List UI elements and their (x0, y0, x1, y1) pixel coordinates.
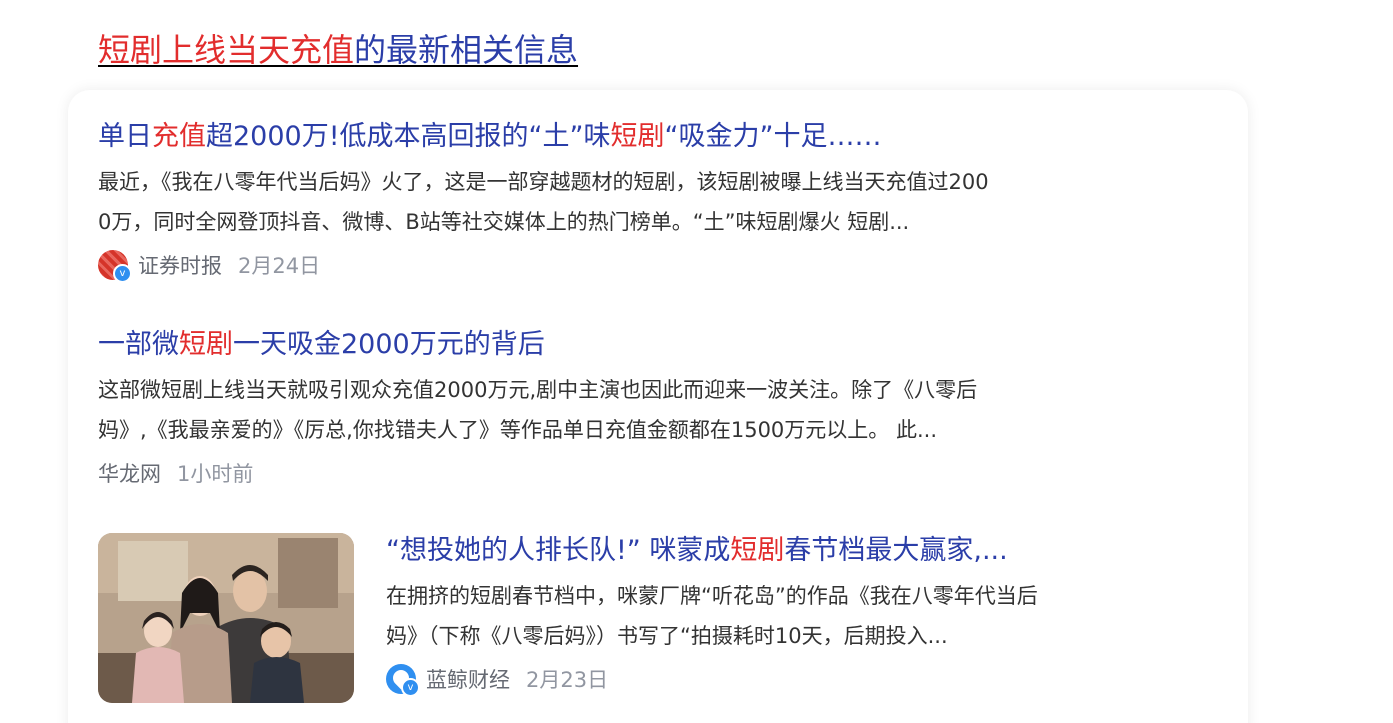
zqsb-logo-icon: v (98, 250, 132, 283)
news-meta: 华龙网 1小时前 (98, 456, 1208, 490)
snippet-line: 这部微短剧上线当天就吸引观众充值2000万元,剧中主演也因此而迎来一波关注。除了… (98, 378, 978, 402)
title-keyword: 短剧 (179, 329, 233, 360)
family-photo-thumbnail[interactable] (98, 533, 354, 703)
publish-date: 1小时前 (177, 462, 254, 486)
news-item: 一部微短剧一天吸金2000万元的背后 这部微短剧上线当天就吸引观众充值2000万… (98, 326, 1208, 490)
news-title-link[interactable]: 一部微短剧一天吸金2000万元的背后 (98, 326, 1208, 364)
title-text: 一天吸金2000万元的背后 (233, 329, 545, 360)
snippet-line: 最近，《我在八零年代当后妈》火了，这是一部穿越题材的短剧，该短剧被曝上线当天充值… (98, 170, 989, 194)
title-text: 单日 (98, 121, 152, 152)
ljcj-logo-icon: v (386, 664, 420, 697)
news-meta: v 证券时报 2月24日 (98, 248, 1208, 283)
source-name[interactable]: 证券时报 (138, 250, 222, 280)
news-item: “想投她的人排长队!” 咪蒙成短剧春节档最大赢家,... 在拥挤的短剧春节档中，… (386, 532, 1206, 697)
news-title-link[interactable]: “想投她的人排长队!” 咪蒙成短剧春节档最大赢家,... (386, 532, 1206, 570)
verified-badge-icon: v (113, 264, 132, 283)
search-results-page: 短剧上线当天充值的最新相关信息 单日充值超2000万!低成本高回报的“土”味短剧… (0, 0, 1393, 723)
publish-date: 2月23日 (526, 668, 609, 692)
news-card: 单日充值超2000万!低成本高回报的“土”味短剧“吸金力”十足…… 最近，《我在… (68, 90, 1248, 723)
news-snippet: 这部微短剧上线当天就吸引观众充值2000万元,剧中主演也因此而迎来一波关注。除了… (98, 370, 1183, 450)
snippet-line: 妈》,《我最亲爱的》《厉总,你找错夫人了》等作品单日充值金额都在1500万元以上… (98, 418, 937, 442)
news-item: 单日充值超2000万!低成本高回报的“土”味短剧“吸金力”十足…… 最近，《我在… (98, 118, 1208, 283)
title-text: 超2000万!低成本高回报的“土”味 (206, 121, 611, 152)
title-keyword: 短剧 (610, 121, 665, 152)
title-text: “想投她的人排长队!” 咪蒙成 (386, 535, 731, 566)
verified-badge-icon: v (401, 678, 420, 697)
publish-date: 2月24日 (238, 254, 321, 278)
header-highlight[interactable]: 短剧上线当天充值 (98, 31, 354, 69)
title-text: 春节档最大赢家,... (784, 535, 1008, 566)
title-keyword: 短剧 (730, 535, 785, 566)
title-text: 一部微 (98, 329, 179, 360)
news-meta: v 蓝鲸财经 2月23日 (386, 662, 1206, 697)
news-title-link[interactable]: 单日充值超2000万!低成本高回报的“土”味短剧“吸金力”十足…… (98, 118, 1208, 156)
snippet-line: 妈》（下称《八零后妈》）书写了“拍摄耗时10天，后期投入... (386, 624, 948, 648)
source-name[interactable]: 蓝鲸财经 (426, 664, 510, 694)
news-snippet: 最近，《我在八零年代当后妈》火了，这是一部穿越题材的短剧，该短剧被曝上线当天充值… (98, 162, 1183, 242)
news-snippet: 在拥挤的短剧春节档中，咪蒙厂牌“听花岛”的作品《我在八零年代当后 妈》（下称《八… (386, 576, 1206, 656)
header-rest[interactable]: 的最新相关信息 (354, 31, 578, 69)
snippet-line: 在拥挤的短剧春节档中，咪蒙厂牌“听花岛”的作品《我在八零年代当后 (386, 584, 1038, 608)
related-info-header[interactable]: 短剧上线当天充值的最新相关信息 (98, 28, 578, 72)
title-keyword: 充值 (152, 121, 206, 152)
source-name[interactable]: 华龙网 (98, 458, 161, 488)
title-text: “吸金力”十足…… (664, 121, 882, 152)
snippet-line: 0万，同时全网登顶抖音、微博、B站等社交媒体上的热门榜单。“土”味短剧爆火 短剧… (98, 210, 910, 234)
